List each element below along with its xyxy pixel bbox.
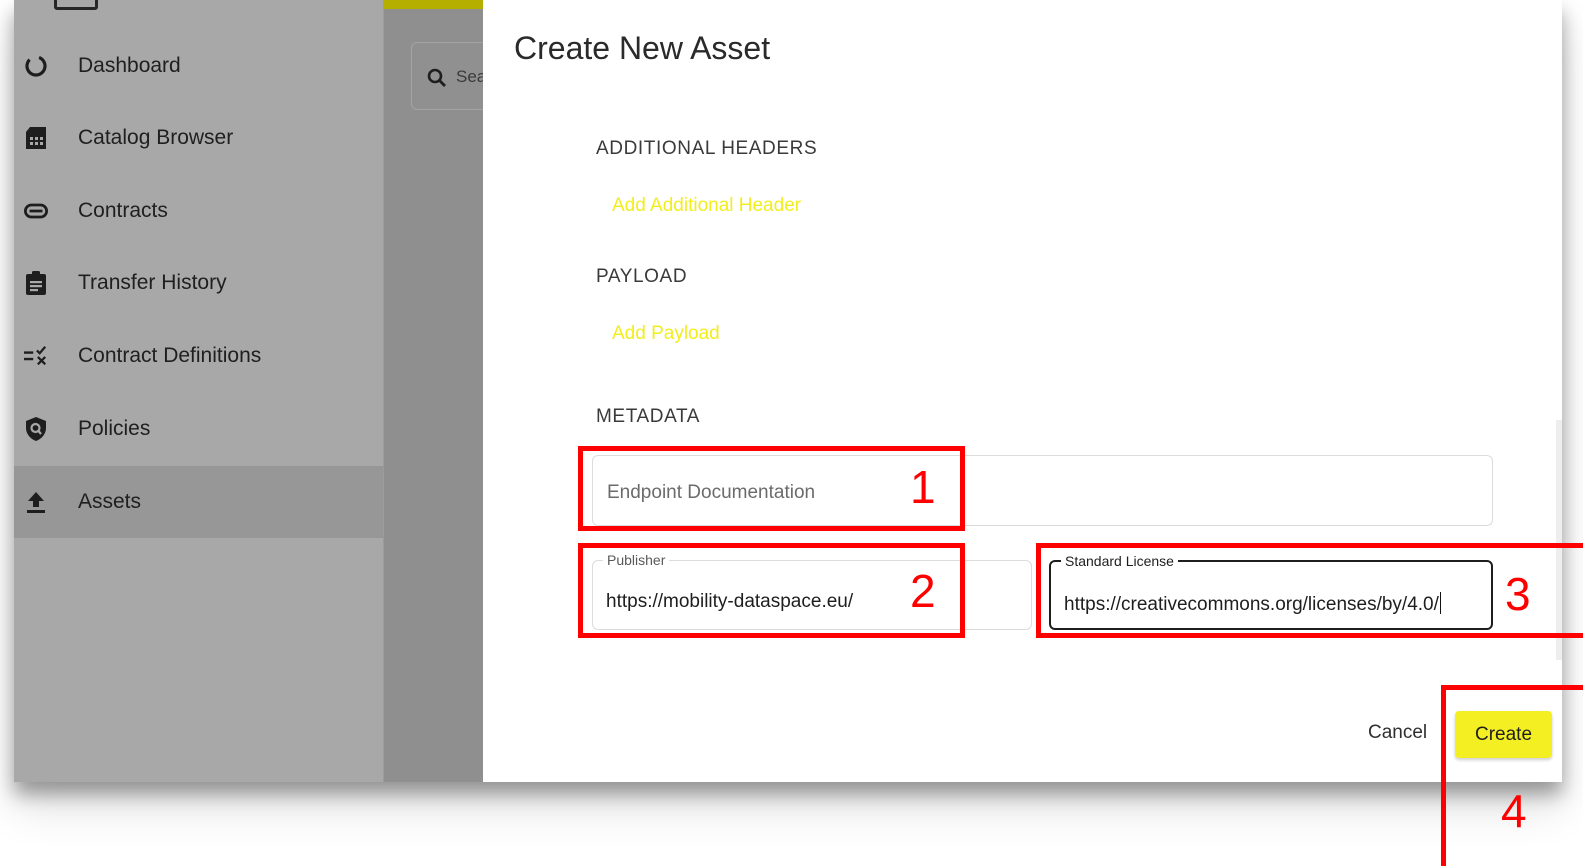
- add-additional-header-button[interactable]: Add Additional Header: [612, 195, 801, 217]
- create-asset-dialog: Create New Asset ADDITIONAL HEADERS Add …: [483, 0, 1562, 782]
- annotation-number-2: 2: [910, 565, 936, 617]
- sidebar-item-label: Policies: [78, 417, 151, 440]
- annotation-box-4-top: [1441, 685, 1583, 690]
- logo: [54, 0, 98, 10]
- annotation-box-1: [578, 446, 965, 531]
- payload-heading: PAYLOAD: [596, 266, 688, 287]
- cancel-button[interactable]: Cancel: [1368, 722, 1427, 744]
- dashboard-icon: [24, 54, 48, 78]
- policy-icon: [24, 417, 48, 441]
- sidebar-item-label: Assets: [78, 490, 142, 513]
- background-content: Sea: [383, 0, 501, 782]
- dialog-title: Create New Asset: [514, 30, 771, 66]
- sidebar-item-dashboard[interactable]: Dashboard: [14, 30, 383, 102]
- annotation-number-3: 3: [1505, 568, 1531, 620]
- annotation-box-3: [1036, 543, 1583, 638]
- sidebar-item-contracts[interactable]: Contracts: [14, 175, 383, 247]
- annotation-number-4: 4: [1501, 785, 1527, 837]
- sidebar-item-label: Transfer History: [78, 271, 227, 294]
- catalog-icon: [24, 126, 48, 150]
- sidebar-item-label: Contract Definitions: [78, 344, 262, 367]
- create-button[interactable]: Create: [1455, 711, 1552, 758]
- sidebar-item-assets[interactable]: Assets: [14, 466, 383, 538]
- sidebar-item-label: Dashboard: [78, 54, 181, 77]
- annotation-number-1: 1: [910, 461, 936, 513]
- sidebar-item-transfer-history[interactable]: Transfer History: [14, 247, 383, 319]
- clipboard-icon: [24, 271, 48, 295]
- sidebar-item-label: Catalog Browser: [78, 126, 234, 149]
- accent-strip: [384, 0, 484, 9]
- add-payload-button[interactable]: Add Payload: [612, 323, 720, 345]
- app-window: Dashboard Catalog Browser Contracts Tran…: [14, 0, 1562, 782]
- annotation-box-4-left: [1441, 685, 1446, 866]
- sidebar: Dashboard Catalog Browser Contracts Tran…: [14, 0, 383, 782]
- search-icon: [426, 67, 450, 91]
- sidebar-item-label: Contracts: [78, 199, 168, 222]
- sidebar-item-policies[interactable]: Policies: [14, 393, 383, 465]
- additional-headers-heading: ADDITIONAL HEADERS: [596, 138, 818, 159]
- search-placeholder: Sea: [456, 67, 487, 86]
- annotation-box-2: [578, 543, 965, 638]
- metadata-heading: METADATA: [596, 406, 701, 427]
- sidebar-item-catalog-browser[interactable]: Catalog Browser: [14, 102, 383, 174]
- rule-icon: [24, 344, 48, 368]
- contracts-icon: [24, 199, 48, 223]
- upload-icon: [24, 490, 48, 514]
- sidebar-item-contract-definitions[interactable]: Contract Definitions: [14, 320, 383, 392]
